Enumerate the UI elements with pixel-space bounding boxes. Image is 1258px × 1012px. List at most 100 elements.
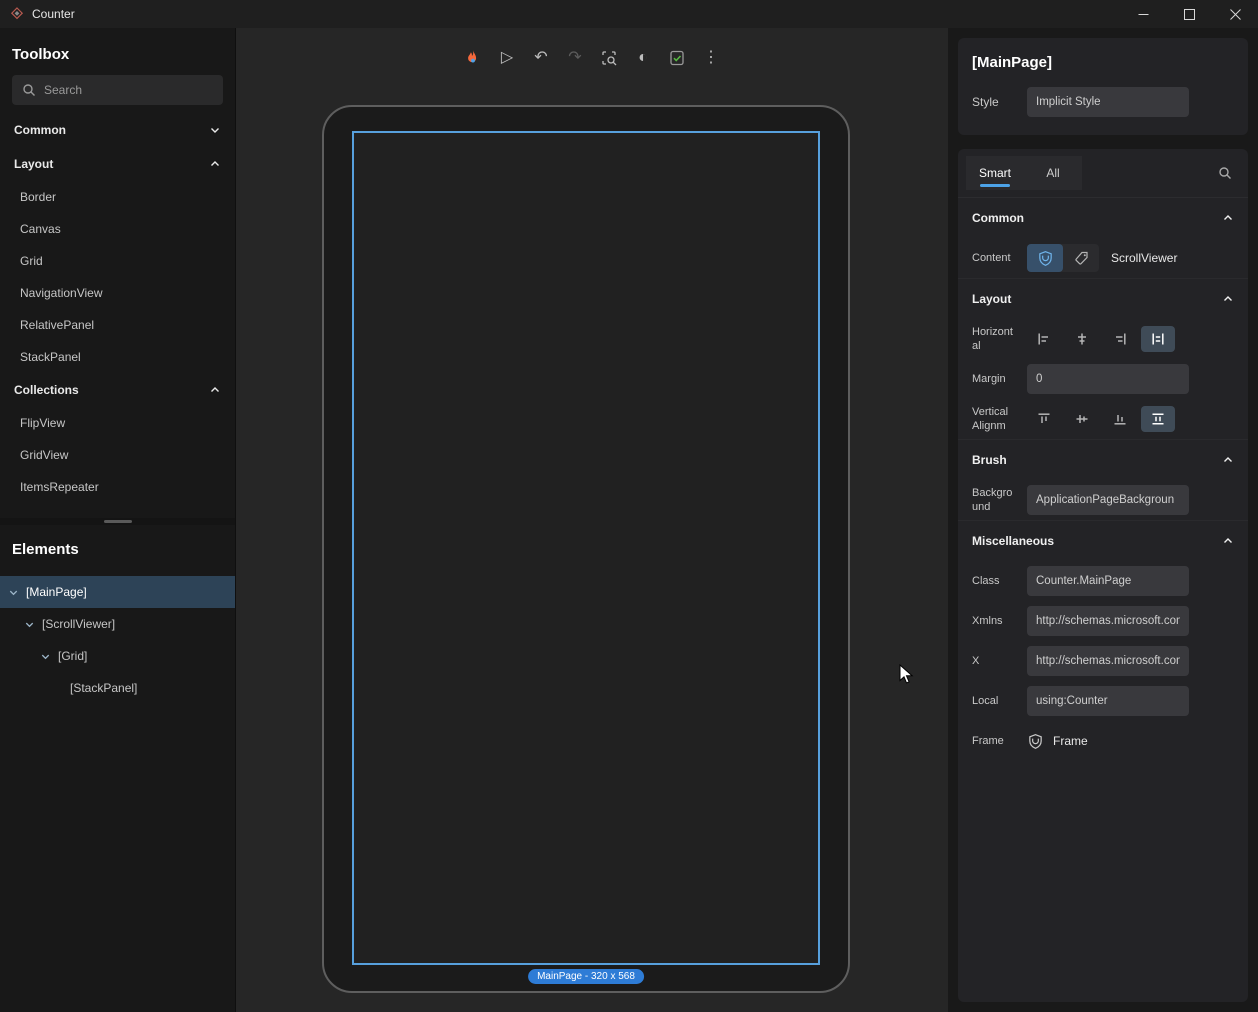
class-label: Class [972, 574, 1014, 588]
x-input[interactable] [1027, 646, 1189, 676]
section-miscellaneous-title: Miscellaneous [972, 534, 1054, 548]
toolbox-item-navigationview[interactable]: NavigationView [0, 277, 235, 309]
toolbox-item-border[interactable]: Border [0, 181, 235, 213]
toolbox-section-common[interactable]: Common [0, 113, 235, 147]
toolbox-item-itemsrepeater[interactable]: ItemsRepeater [0, 471, 235, 503]
local-row: Local [958, 681, 1248, 721]
align-top-button[interactable] [1027, 406, 1061, 432]
redo-icon: ↷ [568, 50, 581, 66]
class-input[interactable] [1027, 566, 1189, 596]
section-layout-header[interactable]: Layout [958, 279, 1248, 319]
hot-reload-flame-icon[interactable] [459, 44, 487, 72]
page-size-badge: MainPage - 320 x 568 [528, 969, 644, 984]
align-center-icon [1075, 332, 1089, 346]
device-frame: MainPage - 320 x 568 [322, 105, 850, 993]
margin-label: Margin [972, 372, 1014, 386]
element-inspect-button[interactable] [595, 44, 623, 72]
x-row: X [958, 641, 1248, 681]
align-stretch-button[interactable] [1141, 326, 1175, 352]
content-label: Content [972, 251, 1014, 265]
element-tree-item-stackpanel[interactable]: [StackPanel] [0, 672, 235, 704]
redo-button[interactable]: ↷ [561, 44, 589, 72]
elements-title: Elements [0, 541, 235, 558]
toolbox-search[interactable] [12, 75, 223, 105]
uno-element-button[interactable] [1027, 244, 1063, 272]
selected-element-card: [MainPage] Style [958, 38, 1248, 135]
chevron-down-icon[interactable] [24, 619, 35, 630]
chevron-up-icon [1222, 293, 1234, 305]
toolbox-title: Toolbox [0, 46, 235, 63]
binding-tag-button[interactable] [1063, 244, 1099, 272]
toolbox-item-relativepanel[interactable]: RelativePanel [0, 309, 235, 341]
shield-icon [1027, 733, 1044, 750]
vertical-alignment-row: Vertical Alignm [958, 399, 1248, 439]
content-value[interactable]: ScrollViewer [1111, 251, 1177, 265]
tag-icon [1074, 251, 1089, 266]
margin-input[interactable] [1027, 364, 1189, 394]
toolbox-item-stackpanel[interactable]: StackPanel [0, 341, 235, 373]
element-inspect-icon [601, 50, 617, 66]
toolbox-item-gridview[interactable]: GridView [0, 439, 235, 471]
maximize-button[interactable] [1166, 0, 1212, 28]
align-bottom-button[interactable] [1103, 406, 1137, 432]
local-label: Local [972, 694, 1014, 708]
chevron-down-icon[interactable] [40, 651, 51, 662]
section-brush-header[interactable]: Brush [958, 440, 1248, 480]
validation-check-icon [669, 50, 685, 66]
tab-all[interactable]: All [1024, 156, 1082, 190]
align-stretch-vertical-button[interactable] [1141, 406, 1175, 432]
align-center-button[interactable] [1065, 326, 1099, 352]
search-input[interactable] [44, 83, 213, 97]
selected-element-title: [MainPage] [972, 54, 1234, 71]
local-input[interactable] [1027, 686, 1189, 716]
element-tree-item-label: [ScrollViewer] [42, 617, 115, 631]
panel-splitter[interactable] [0, 518, 235, 525]
window-title: Counter [32, 7, 75, 21]
search-icon [22, 83, 36, 97]
elements-panel: Elements [MainPage] [ScrollViewer] [Grid… [0, 525, 235, 1012]
section-common-header[interactable]: Common [958, 198, 1248, 238]
section-common-title: Common [972, 211, 1024, 225]
toolbox-section-collections[interactable]: Collections [0, 373, 235, 407]
design-canvas[interactable]: ▷ ↶ ↷ ◐ ⋮ MainPage - 320 x 568 [236, 28, 948, 1012]
toolbox-section-common-label: Common [14, 123, 66, 137]
search-icon [1218, 166, 1232, 180]
theme-toggle-button[interactable]: ◐ [629, 44, 657, 72]
minimize-button[interactable] [1120, 0, 1166, 28]
align-left-button[interactable] [1027, 326, 1061, 352]
xmlns-input[interactable] [1027, 606, 1189, 636]
chevron-down-icon[interactable] [8, 587, 19, 598]
frame-value[interactable]: Frame [1053, 734, 1088, 748]
canvas-toolbar: ▷ ↶ ↷ ◐ ⋮ [459, 44, 725, 72]
play-button[interactable]: ▷ [493, 44, 521, 72]
left-sidebar: Toolbox Common Layout Border Canvas Grid… [0, 28, 236, 1012]
toolbox-item-flipview[interactable]: FlipView [0, 407, 235, 439]
more-options-button[interactable]: ⋮ [697, 44, 725, 72]
xmlns-label: Xmlns [972, 614, 1014, 628]
align-right-button[interactable] [1103, 326, 1137, 352]
section-layout: Layout Horizontal Margin [958, 278, 1248, 439]
toolbox-item-grid[interactable]: Grid [0, 245, 235, 277]
section-common: Common Content Scroll [958, 198, 1248, 278]
content-mode-group [1027, 244, 1099, 272]
undo-button[interactable]: ↶ [527, 44, 555, 72]
toolbox-item-canvas[interactable]: Canvas [0, 213, 235, 245]
mainpage-design-surface[interactable] [352, 131, 820, 965]
close-button[interactable] [1212, 0, 1258, 28]
section-miscellaneous-header[interactable]: Miscellaneous [958, 521, 1248, 561]
tab-smart[interactable]: Smart [966, 156, 1024, 190]
toolbox-section-layout[interactable]: Layout [0, 147, 235, 181]
element-tree-item-mainpage[interactable]: [MainPage] [0, 576, 235, 608]
style-input[interactable] [1027, 87, 1189, 117]
align-middle-button[interactable] [1065, 406, 1099, 432]
style-label: Style [972, 95, 1027, 109]
background-input[interactable] [1027, 485, 1189, 515]
element-tree-item-scrollviewer[interactable]: [ScrollViewer] [0, 608, 235, 640]
inspector-tabs: Smart All [958, 149, 1248, 198]
content-row: Content ScrollViewer [958, 238, 1248, 278]
align-left-icon [1037, 332, 1051, 346]
properties-search-button[interactable] [1210, 166, 1240, 180]
validation-button[interactable] [663, 44, 691, 72]
element-tree-item-grid[interactable]: [Grid] [0, 640, 235, 672]
section-brush: Brush Background [958, 439, 1248, 520]
